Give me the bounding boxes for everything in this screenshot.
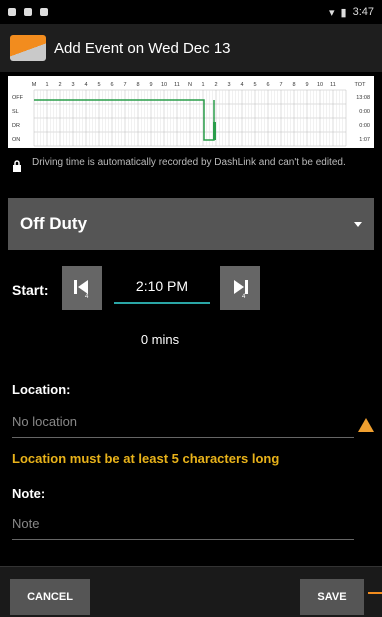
note-input[interactable]: Note — [12, 516, 354, 540]
row-total: 0:00 — [359, 109, 370, 115]
hour-label: 10 — [161, 82, 167, 88]
duty-status-select[interactable]: Off Duty — [8, 198, 374, 250]
hour-label: 3 — [71, 82, 74, 88]
battery-icon: ▮ — [340, 6, 347, 19]
hour-label: N — [188, 82, 192, 88]
hour-label: 6 — [110, 82, 113, 88]
hour-label: 10 — [317, 82, 323, 88]
duty-log-graph: M 1 2 3 4 5 6 7 8 9 10 11 N 1 2 3 4 5 6 7 8 9 10 11 TOT OFF SL DR O… — [8, 76, 374, 148]
hour-label: 8 — [292, 82, 295, 88]
hour-label: 11 — [330, 82, 336, 88]
previous-event-button[interactable]: 4 — [62, 266, 102, 310]
warning-icon — [358, 418, 374, 432]
status-bar: ▾ ▮ 3:47 — [0, 0, 382, 24]
hour-label: 5 — [253, 82, 256, 88]
hour-label: 5 — [97, 82, 100, 88]
save-button[interactable]: SAVE — [300, 579, 364, 615]
row-label: ON — [12, 137, 20, 143]
cancel-button[interactable]: CANCEL — [10, 579, 90, 615]
page-title: Add Event on Wed Dec 13 — [54, 39, 231, 57]
svg-text:4: 4 — [85, 294, 89, 299]
signal-icon: ▾ — [328, 6, 335, 19]
note-label: Note: — [12, 486, 46, 501]
location-error: Location must be at least 5 characters l… — [12, 451, 280, 466]
status-time: 3:47 — [352, 6, 374, 18]
hour-label: 4 — [240, 82, 243, 88]
hour-label: 3 — [227, 82, 230, 88]
hour-label: 8 — [136, 82, 139, 88]
skip-next-icon: 4 — [234, 280, 248, 299]
on-duty-segment — [213, 122, 216, 140]
hour-label: 2 — [58, 82, 61, 88]
row-total: 1:07 — [359, 137, 370, 143]
hour-label: 9 — [149, 82, 152, 88]
hour-label: M — [32, 82, 37, 88]
lock-icon — [13, 160, 21, 172]
notification-icon — [24, 8, 32, 16]
skip-previous-icon: 4 — [74, 280, 89, 299]
hour-label: 4 — [84, 82, 87, 88]
hour-label: 1 — [45, 82, 48, 88]
hour-label: 6 — [266, 82, 269, 88]
hour-label: 11 — [174, 82, 180, 88]
hour-label: 7 — [123, 82, 126, 88]
row-label: DR — [12, 123, 20, 129]
row-total: 0:00 — [359, 123, 370, 129]
app-bar: Add Event on Wed Dec 13 — [0, 24, 382, 72]
duty-status-value: Off Duty — [20, 214, 88, 233]
hour-label: 2 — [214, 82, 217, 88]
hour-label: 1 — [201, 82, 204, 88]
location-input[interactable]: No location — [12, 414, 354, 438]
hour-label: 9 — [305, 82, 308, 88]
chevron-down-icon — [354, 221, 362, 227]
start-label: Start: — [12, 282, 49, 298]
row-label: SL — [12, 109, 19, 115]
start-time-input[interactable]: 2:10 PM — [114, 278, 210, 304]
row-total: 13:08 — [356, 95, 370, 101]
hour-label: 7 — [279, 82, 282, 88]
lock-note: Driving time is automatically recorded b… — [12, 156, 372, 172]
next-event-button[interactable]: 4 — [220, 266, 260, 310]
lock-note-text: Driving time is automatically recorded b… — [32, 157, 346, 168]
start-row: Start: 4 2:10 PM 4 — [12, 264, 372, 318]
row-label: OFF — [12, 95, 24, 101]
save-indicator — [368, 592, 382, 594]
notification-icon — [8, 8, 16, 16]
svg-text:4: 4 — [242, 294, 246, 299]
bottom-bar: CANCEL SAVE — [0, 566, 382, 617]
location-label: Location: — [12, 382, 71, 397]
app-logo-icon[interactable] — [10, 35, 46, 61]
hour-label: TOT — [355, 82, 367, 88]
duration-text: 0 mins — [140, 332, 180, 347]
notification-icon — [40, 8, 48, 16]
